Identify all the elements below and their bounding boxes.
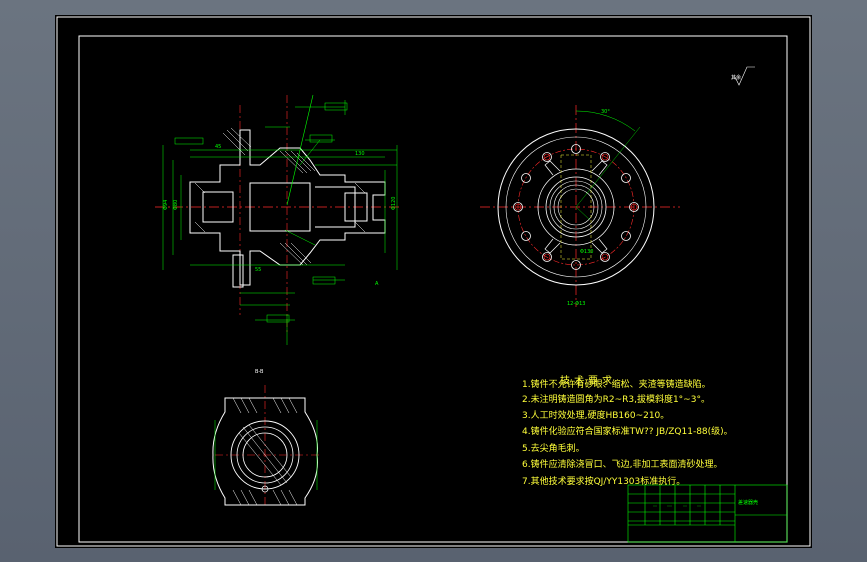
- svg-text:55: 55: [255, 267, 261, 273]
- svg-text:45: 45: [215, 144, 221, 150]
- svg-text:Φ120: Φ120: [391, 197, 397, 210]
- svg-text:A: A: [375, 281, 379, 287]
- requirement-6: 6.铸件应清除浇冒口、飞边,非加工表面清砂处理。: [522, 460, 723, 470]
- title-block: [627, 484, 788, 543]
- requirement-1: 1.铸件不允许有砂眼、缩松、夹渣等铸造缺陷。: [522, 380, 711, 390]
- section-b-b: [212, 385, 320, 507]
- svg-text:Φ130: Φ130: [580, 249, 593, 255]
- roughness-symbol: 其余: [731, 66, 755, 86]
- end-view: 30° 12-Φ13 Φ130: [480, 105, 680, 307]
- requirement-5: 5.去尖角毛刺。: [522, 444, 585, 454]
- svg-text:其余: 其余: [731, 74, 741, 81]
- section-label: B-B: [255, 369, 264, 375]
- title-block-name: 差速器壳: [738, 500, 759, 506]
- svg-text:130: 130: [355, 151, 365, 157]
- cad-viewport[interactable]: Φ94 Φ80 Φ120 45 130 55 A 30° 12-Φ13 Φ130…: [0, 0, 867, 562]
- requirement-4: 4.铸件化验应符合国家标准TW?? JB/ZQ11-88(级)。: [522, 427, 733, 437]
- svg-text:12-Φ13: 12-Φ13: [567, 301, 585, 307]
- main-section-view: Φ94 Φ80 Φ120 45 130 55 A: [155, 94, 400, 345]
- requirement-2: 2.未注明铸造圆角为R2~R3,拔模斜度1°~3°。: [522, 395, 710, 405]
- svg-text:30°: 30°: [601, 109, 610, 115]
- requirement-7: 7.其他技术要求按QJ/YY1303标准执行。: [522, 477, 686, 487]
- svg-text:Φ94: Φ94: [163, 200, 169, 210]
- requirement-3: 3.人工时效处理,硬度HB160~210。: [522, 411, 670, 421]
- drawing-sheet: Φ94 Φ80 Φ120 45 130 55 A 30° 12-Φ13 Φ130…: [55, 15, 812, 548]
- svg-text:Φ80: Φ80: [173, 200, 179, 210]
